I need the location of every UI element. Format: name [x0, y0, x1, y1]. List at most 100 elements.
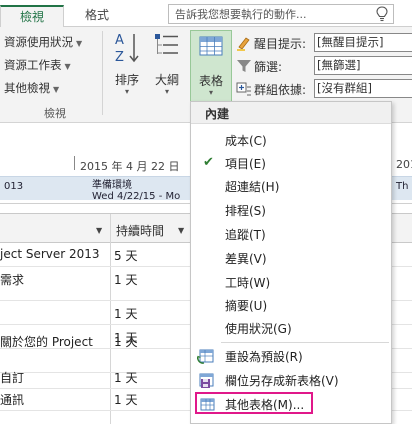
menu-item-label: 追蹤(T) [225, 228, 266, 242]
menu-item-label: 項目(E) [225, 157, 266, 171]
chevron-down-icon: ▾ [208, 88, 213, 97]
checkmark-icon: ✔ [203, 155, 214, 170]
timeline-year: 013 [4, 181, 24, 192]
timeline-task-dates: Wed 4/22/15 - Mo [92, 191, 181, 202]
menu-item-schedule[interactable]: 排程(S) [191, 198, 391, 222]
duration-cell[interactable]: 1 天 [114, 305, 137, 322]
other-views-button[interactable]: 其他檢視 ▼ [4, 80, 59, 96]
svg-text:Z: Z [115, 50, 124, 65]
task-name-cell[interactable]: 自訂 [0, 369, 110, 386]
timeline-bar-right: Th [396, 181, 409, 192]
group-label-view: 檢視 [44, 107, 66, 120]
menu-item-entry[interactable]: ✔ 項目(E) [191, 151, 391, 175]
menu-section-builtin: 內建 [191, 102, 391, 124]
outline-label: 大綱 [154, 73, 179, 87]
sort-az-icon: A Z [115, 33, 139, 65]
timeline-date-right: 2015 [396, 158, 412, 171]
column-divider [110, 214, 111, 244]
menu-item-variance[interactable]: 差異(V) [191, 246, 391, 270]
chevron-down-icon: ▼ [53, 85, 60, 94]
funnel-icon [237, 60, 251, 72]
menu-item-label: 成本(C) [225, 134, 267, 148]
menu-item-label: 超連結(H) [225, 180, 280, 194]
table-icon [199, 36, 223, 56]
duration-cell[interactable]: 1 天 [114, 369, 137, 386]
duration-cell[interactable]: 1 天 [114, 333, 137, 350]
task-name-cell[interactable]: 需求 [0, 271, 110, 288]
menu-item-label: 其他表格(M)... [225, 398, 305, 412]
sort-label: 排序 [114, 73, 139, 87]
menu-item-work[interactable]: 工時(W) [191, 270, 391, 294]
duration-cell[interactable]: 1 天 [114, 271, 137, 288]
menu-item-usage[interactable]: 使用狀況(G) [191, 316, 391, 340]
lightbulb-icon [376, 6, 388, 22]
highlight-value: [無醒目提示] [317, 35, 384, 49]
menu-item-label: 使用狀況(G) [225, 322, 292, 336]
filter-control: 篩選: [無篩選] ▼ [236, 56, 412, 76]
menu-item-label: 重設為預設(R) [225, 350, 303, 364]
tables-label: 表格 [198, 74, 223, 88]
task-name-cell[interactable]: 關於您的 Project [0, 333, 110, 350]
chevron-down-icon: ▼ [64, 62, 71, 71]
task-name-cell[interactable]: ject Server 2013 [0, 247, 110, 261]
other-views-label: 其他檢視 [4, 81, 50, 95]
highlight-control: 醒目提示: [無醒目提示] ▼ [236, 33, 412, 53]
menu-item-save-fields-as-table[interactable]: 欄位另存成新表格(V) [191, 368, 391, 392]
ribbon-tab-strip: 檢視 格式 [0, 0, 412, 27]
task-name-cell[interactable]: 通訊 [0, 391, 110, 408]
group-by-select[interactable]: [沒有群組] ▼ [314, 79, 412, 98]
save-table-icon [199, 373, 214, 388]
outline-button[interactable]: 大綱 ▾ [148, 30, 186, 96]
group-by-label: 群組依據: [254, 83, 307, 97]
tables-button[interactable]: 表格 ▾ [190, 30, 232, 105]
group-by-icon [236, 82, 251, 96]
tell-me-input[interactable] [169, 5, 369, 23]
highlight-select[interactable]: [無醒目提示] ▼ [314, 33, 412, 52]
resource-usage-button[interactable]: 資源使用狀況 ▼ [4, 34, 82, 50]
timeline-date: 2015 年 4 月 22 日 [80, 160, 180, 173]
svg-text:A: A [115, 33, 124, 48]
ribbon-separator [102, 31, 103, 115]
group-by-value: [沒有群組] [317, 81, 372, 95]
chevron-down-icon: ▼ [76, 39, 83, 48]
menu-item-label: 差異(V) [225, 252, 267, 266]
timeline-task-name: 準備環境 [92, 180, 132, 191]
tables-dropdown-menu: 內建 成本(C) ✔ 項目(E) 超連結(H) 排程(S) 追蹤(T) 差異(V… [190, 101, 392, 424]
resource-sheet-label: 資源工作表 [4, 58, 62, 72]
menu-item-more-tables[interactable]: 其他表格(M)... [195, 392, 313, 414]
chevron-down-icon: ▾ [164, 87, 169, 96]
resource-usage-label: 資源使用狀況 [4, 35, 73, 49]
highlight-label: 醒目提示: [254, 37, 307, 51]
chevron-down-icon: ▾ [124, 87, 129, 96]
highlighter-icon [237, 37, 250, 51]
menu-item-label: 欄位另存成新表格(V) [225, 374, 339, 388]
menu-item-reset-default[interactable]: 重設為預設(R) [191, 344, 391, 368]
menu-item-tracking[interactable]: 追蹤(T) [191, 222, 391, 246]
tell-me-box[interactable] [168, 4, 394, 24]
menu-item-summary[interactable]: 摘要(U) [191, 293, 391, 317]
duration-cell[interactable]: 1 天 [114, 391, 137, 408]
sort-button[interactable]: A Z 排序 ▾ [108, 30, 146, 96]
tab-format[interactable]: 格式 [66, 5, 128, 27]
menu-item-label: 排程(S) [225, 204, 266, 218]
menu-item-label: 摘要(U) [225, 299, 268, 313]
menu-item-cost[interactable]: 成本(C) [191, 128, 391, 152]
filter-value: [無篩選] [317, 58, 361, 72]
tab-view[interactable]: 檢視 [0, 5, 64, 27]
menu-item-hyperlink[interactable]: 超連結(H) [191, 174, 391, 198]
chevron-down-icon[interactable]: ▼ [178, 226, 184, 235]
menu-item-label: 工時(W) [225, 276, 271, 290]
more-tables-icon [200, 398, 215, 411]
filter-label: 篩選: [254, 60, 283, 74]
menu-separator [221, 342, 389, 343]
duration-header[interactable]: 持續時間 [116, 222, 164, 239]
outline-icon [155, 34, 178, 54]
timeline-task[interactable]: 準備環境 Wed 4/22/15 - Mo [92, 180, 180, 202]
timeline-tick [74, 156, 75, 170]
duration-cell[interactable]: 5 天 [114, 247, 137, 264]
group-by-control: 群組依據: [沒有群組] ▼ [236, 79, 412, 99]
filter-select[interactable]: [無篩選] ▼ [314, 56, 412, 75]
chevron-down-icon[interactable]: ▼ [96, 226, 102, 235]
reset-table-icon [197, 349, 214, 364]
resource-sheet-button[interactable]: 資源工作表 ▼ [4, 57, 71, 73]
